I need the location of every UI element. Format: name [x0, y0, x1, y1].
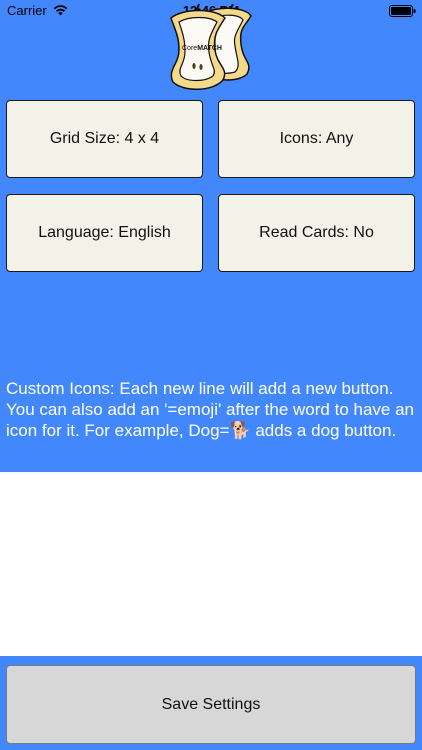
logo-text-match: MATCH — [197, 45, 222, 52]
battery-icon — [389, 5, 416, 20]
save-settings-button[interactable]: Save Settings — [6, 665, 416, 744]
logo-text-core: Core — [182, 45, 197, 52]
read-cards-button[interactable]: Read Cards: No — [218, 194, 415, 272]
save-settings-label: Save Settings — [161, 695, 261, 713]
grid-size-label: Grid Size: 4 x 4 — [49, 130, 160, 147]
language-label: Language: English — [38, 224, 171, 241]
custom-icons-instructions: Custom Icons: Each new line will add a n… — [6, 379, 414, 440]
icons-button[interactable]: Icons: Any — [218, 100, 415, 178]
custom-icons-field[interactable] — [0, 472, 422, 656]
language-button[interactable]: Language: English — [6, 194, 203, 272]
svg-text:CoreMATCH: CoreMATCH — [182, 45, 222, 52]
app-logo: CoreMATCH — [165, 3, 259, 92]
grid-size-button[interactable]: Grid Size: 4 x 4 — [6, 100, 203, 178]
read-cards-label: Read Cards: No — [259, 224, 374, 241]
icons-label: Icons: Any — [279, 130, 354, 147]
